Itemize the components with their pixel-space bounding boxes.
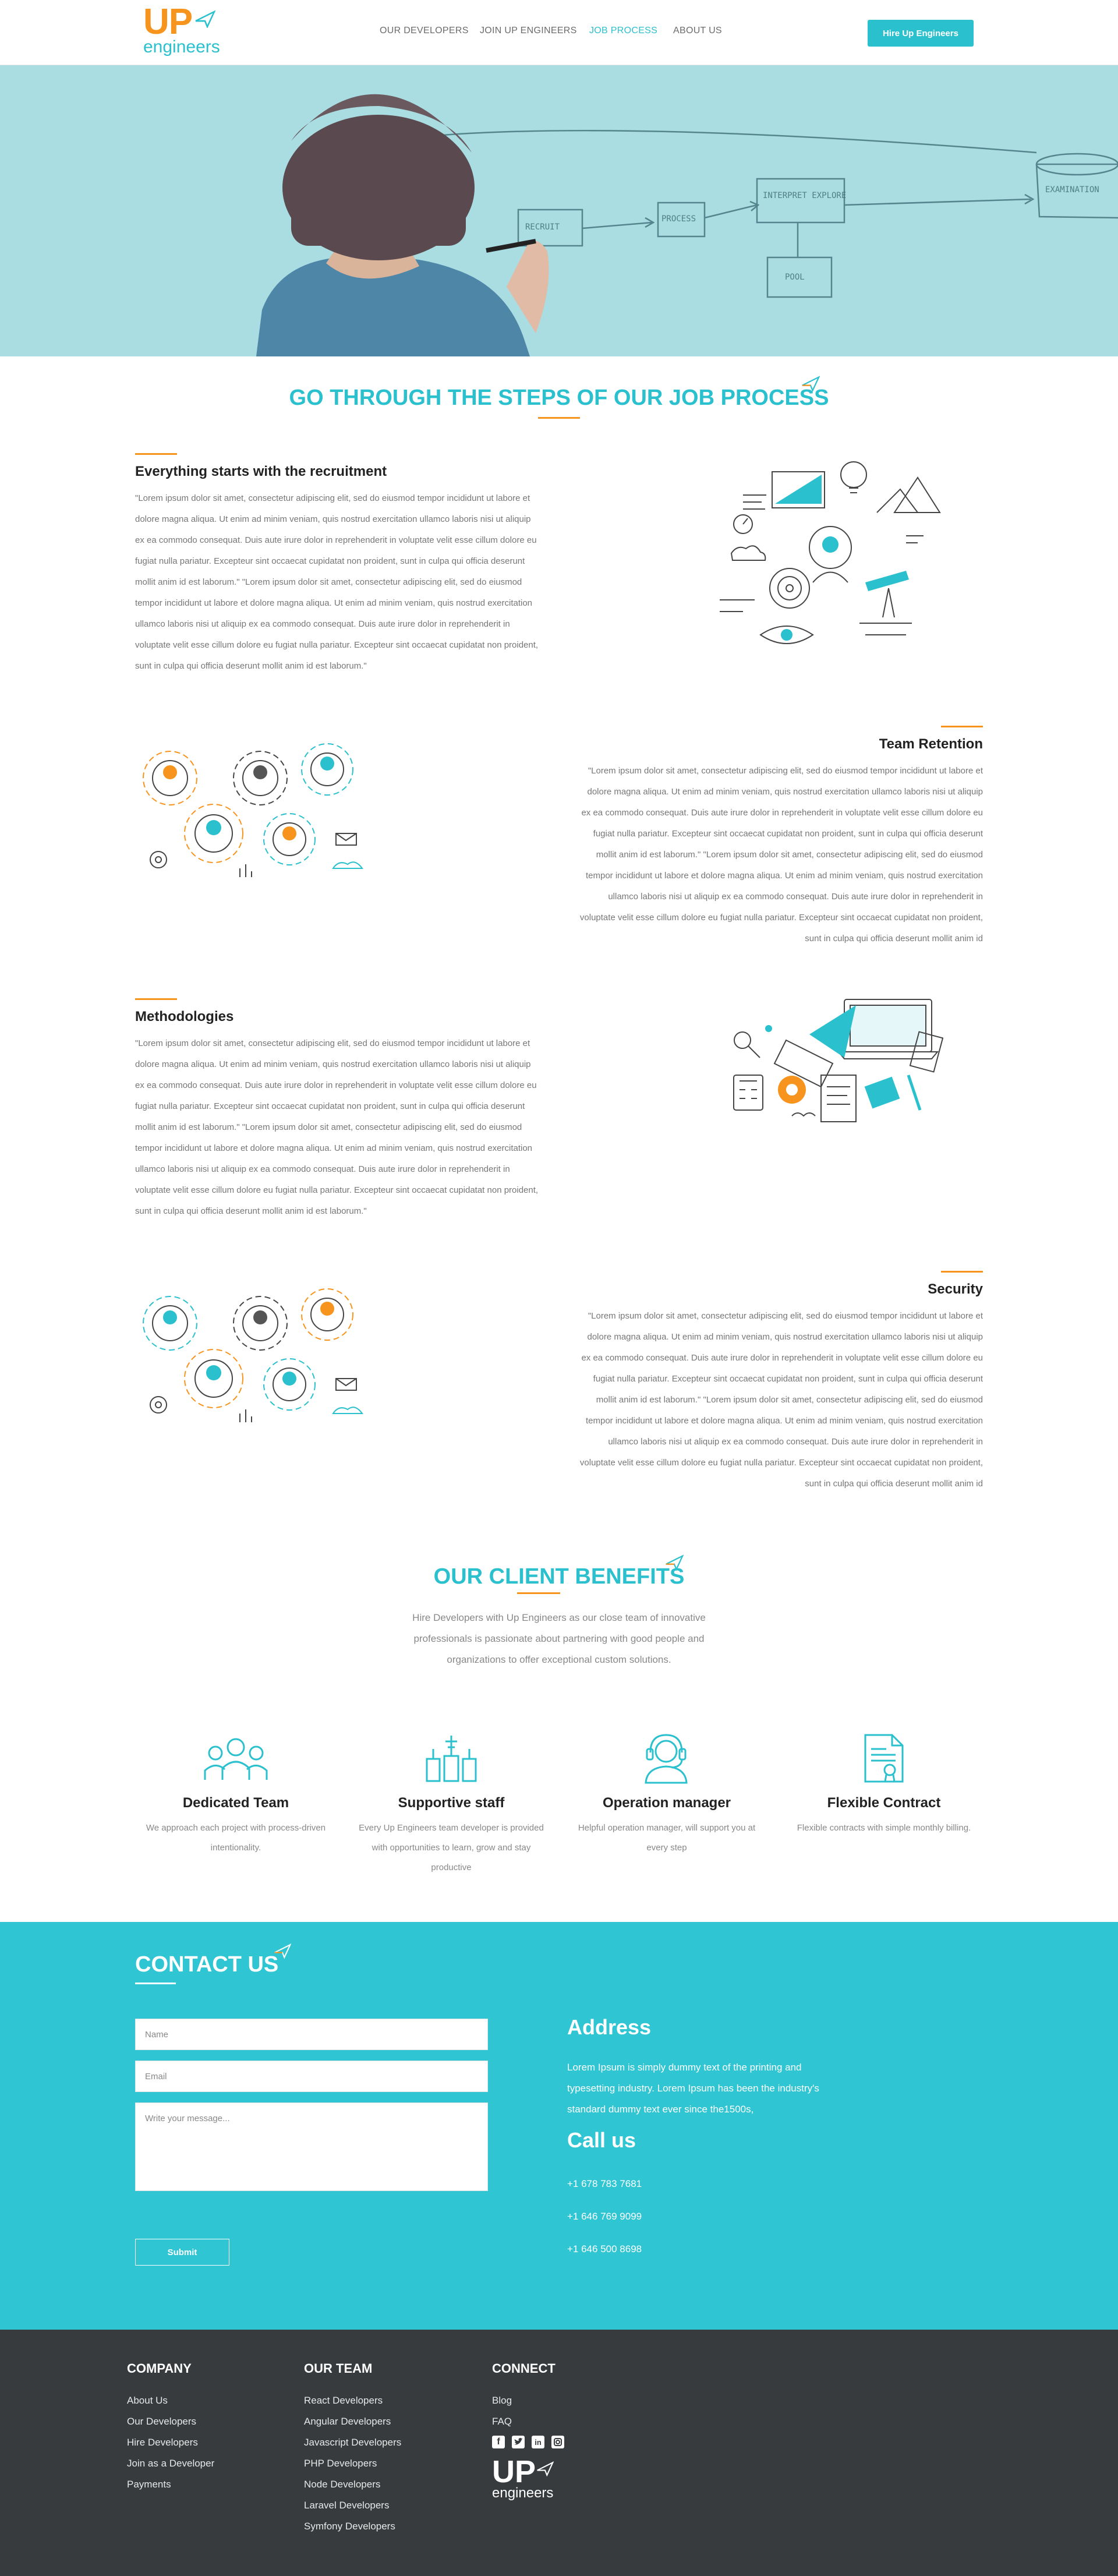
- footer-link-react[interactable]: React Developers: [304, 2395, 383, 2407]
- nav-join-up-engineers[interactable]: JOIN UP ENGINEERS: [480, 26, 577, 36]
- benefits-title: OUR CLIENT BENEFITS: [433, 1564, 685, 1589]
- contract-icon: [864, 1734, 904, 1783]
- hero-illustration: RECRUIT PROCESS INTERPRET EXPLORE POOL E…: [0, 65, 1118, 356]
- site-header: UP engineers OUR DEVELOPERS JOIN UP ENGI…: [0, 0, 1118, 65]
- recruitment-illustration: [720, 461, 941, 644]
- footer-link-hire-developers[interactable]: Hire Developers: [127, 2437, 198, 2448]
- footer-link-payments[interactable]: Payments: [127, 2479, 171, 2490]
- name-field[interactable]: Name: [135, 2019, 488, 2050]
- benefit-title-operation-manager: Operation manager: [602, 1795, 731, 1811]
- step-underline: [135, 998, 177, 1000]
- paper-plane-icon: [274, 1944, 291, 1959]
- step-underline: [941, 1271, 983, 1273]
- twitter-icon[interactable]: [512, 2436, 525, 2448]
- footer-link-javascript[interactable]: Javascript Developers: [304, 2437, 401, 2448]
- paper-plane-icon: [537, 2461, 554, 2476]
- headset-icon: [645, 1734, 688, 1784]
- step-title-methodologies: Methodologies: [135, 1009, 234, 1024]
- phone-1[interactable]: +1 678 783 7681: [567, 2178, 642, 2190]
- step-text-recruitment: "Lorem ipsum dolor sit amet, consectetur…: [135, 493, 539, 671]
- benefit-text-operation-manager: Helpful operation manager, will support …: [578, 1823, 756, 1853]
- staff-icon: [426, 1736, 477, 1782]
- footer-link-laravel[interactable]: Laravel Developers: [304, 2500, 389, 2511]
- title-underline: [517, 1592, 560, 1594]
- footer-link-faq[interactable]: FAQ: [492, 2416, 512, 2427]
- footer-link-symfony[interactable]: Symfony Developers: [304, 2521, 395, 2532]
- instagram-icon[interactable]: [551, 2436, 564, 2448]
- title-underline: [135, 1983, 176, 1984]
- footer-company-title: COMPANY: [127, 2361, 192, 2376]
- facebook-icon[interactable]: f: [492, 2436, 505, 2448]
- address-text: Lorem Ipsum is simply dummy text of the …: [567, 2062, 819, 2115]
- step-text-security: "Lorem ipsum dolor sit amet, consectetur…: [579, 1311, 983, 1489]
- contact-title: CONTACT US: [135, 1952, 279, 1977]
- benefit-text-dedicated-team: We approach each project with process-dr…: [146, 1823, 326, 1853]
- whiteboard-interpret: INTERPRET EXPLORE: [763, 191, 846, 200]
- whiteboard-process: PROCESS: [661, 214, 696, 224]
- contact-section: CONTACT US Name Email Write your message…: [0, 1922, 1118, 2330]
- paper-plane-icon: [666, 1554, 684, 1571]
- logo[interactable]: UP engineers: [143, 4, 225, 58]
- team-gears-illustration: [143, 743, 363, 877]
- paper-plane-icon: [195, 10, 215, 28]
- benefit-title-dedicated-team: Dedicated Team: [182, 1795, 289, 1811]
- email-field[interactable]: Email: [135, 2061, 488, 2092]
- benefit-text-flexible-contract: Flexible contracts with simple monthly b…: [797, 1823, 971, 1833]
- footer-logo-engineers: engineers: [492, 2485, 554, 2501]
- benefit-title-flexible-contract: Flexible Contract: [827, 1795, 941, 1811]
- benefit-text-supportive-staff: Every Up Engineers team developer is pro…: [359, 1823, 544, 1872]
- methodologies-illustration: [733, 999, 943, 1122]
- step-underline: [135, 453, 177, 455]
- submit-button[interactable]: Submit: [135, 2239, 229, 2266]
- footer-link-node[interactable]: Node Developers: [304, 2479, 380, 2490]
- footer-link-blog[interactable]: Blog: [492, 2395, 512, 2407]
- security-gears-illustration: [143, 1288, 363, 1422]
- footer-link-join-as-developer[interactable]: Join as a Developer: [127, 2458, 214, 2469]
- nav-our-developers[interactable]: OUR DEVELOPERS: [380, 26, 469, 36]
- benefits-intro: Hire Developers with Up Engineers as our…: [412, 1612, 706, 1665]
- address-title: Address: [567, 2015, 652, 2039]
- footer-team-title: OUR TEAM: [304, 2361, 373, 2376]
- footer-link-about-us[interactable]: About Us: [127, 2395, 168, 2407]
- whiteboard-examination: EXAMINATION: [1045, 185, 1099, 195]
- footer-link-angular[interactable]: Angular Developers: [304, 2416, 391, 2427]
- step-underline: [941, 726, 983, 727]
- hero-banner: RECRUIT PROCESS INTERPRET EXPLORE POOL E…: [0, 65, 1118, 356]
- site-footer: COMPANY About Us Our Developers Hire Dev…: [0, 2330, 1118, 2576]
- whiteboard-recruit: RECRUIT: [525, 222, 560, 232]
- process-title: GO THROUGH THE STEPS OF OUR JOB PROCESS: [289, 386, 829, 410]
- benefit-title-supportive-staff: Supportive staff: [398, 1795, 505, 1811]
- step-title-retention: Team Retention: [879, 736, 983, 752]
- title-underline: [538, 417, 580, 419]
- logo-engineers-text: engineers: [143, 37, 220, 56]
- whiteboard-pool: POOL: [785, 273, 805, 282]
- step-title-security: Security: [928, 1281, 983, 1297]
- step-text-retention: "Lorem ipsum dolor sit amet, consectetur…: [579, 766, 983, 944]
- paper-plane-icon: [802, 376, 820, 393]
- message-field[interactable]: Write your message...: [135, 2103, 488, 2191]
- phone-3[interactable]: +1 646 500 8698: [567, 2243, 642, 2255]
- nav-about-us[interactable]: ABOUT US: [673, 26, 722, 36]
- nav-job-process[interactable]: JOB PROCESS: [589, 26, 657, 36]
- call-us-title: Call us: [567, 2128, 636, 2152]
- step-text-methodologies: "Lorem ipsum dolor sit amet, consectetur…: [135, 1038, 539, 1216]
- footer-logo[interactable]: UP engineers: [492, 2456, 562, 2504]
- hire-up-engineers-button[interactable]: Hire Up Engineers: [868, 20, 974, 47]
- linkedin-icon[interactable]: in: [532, 2436, 544, 2448]
- step-title-recruitment: Everything starts with the recruitment: [135, 464, 387, 479]
- footer-link-our-developers[interactable]: Our Developers: [127, 2416, 196, 2427]
- team-icon: [204, 1738, 268, 1780]
- footer-link-php[interactable]: PHP Developers: [304, 2458, 377, 2469]
- phone-2[interactable]: +1 646 769 9099: [567, 2211, 642, 2222]
- footer-connect-title: CONNECT: [492, 2361, 556, 2376]
